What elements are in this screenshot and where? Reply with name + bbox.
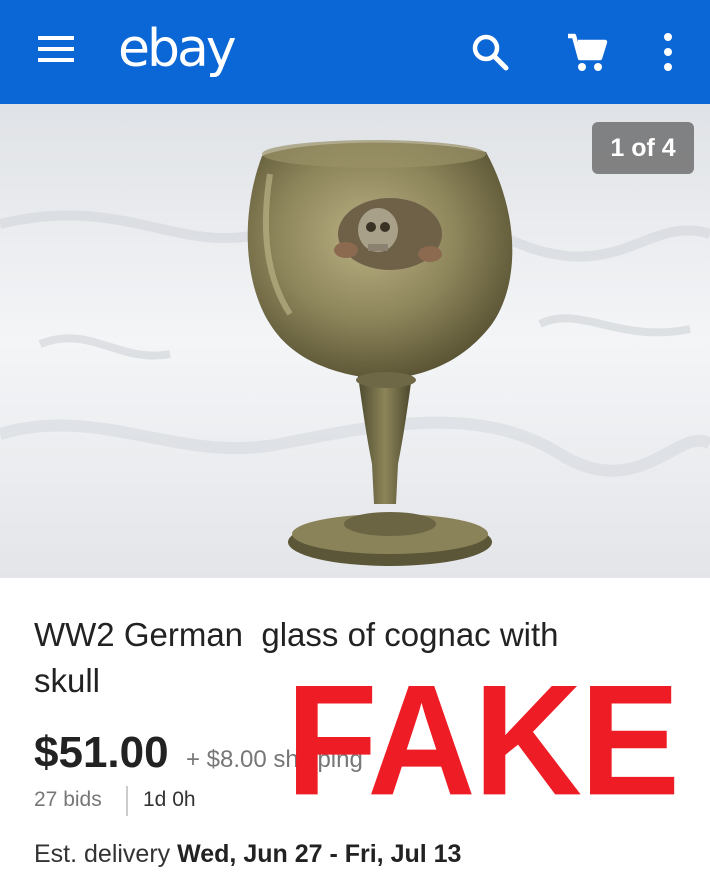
menu-icon[interactable]: [38, 36, 74, 66]
time-left: 1d 0h: [143, 788, 196, 811]
search-icon[interactable]: [466, 28, 514, 76]
bid-count[interactable]: 27 bids: [34, 788, 102, 812]
delivery-prefix: Est. delivery: [34, 840, 178, 868]
image-counter: 1 of 4: [592, 122, 694, 174]
image-gallery[interactable]: 1 of 4: [0, 104, 710, 578]
app-bar: ebay: [0, 0, 710, 104]
fake-stamp-overlay: FAKE: [264, 640, 680, 840]
delivery-dates: Wed, Jun 27 - Fri, Jul 13: [177, 840, 462, 868]
goblet-photo: [0, 104, 710, 578]
estimated-delivery: Est. delivery Wed, Jun 27 - Fri, Jul 13: [34, 840, 461, 869]
divider: [126, 786, 128, 816]
cart-icon[interactable]: [562, 28, 610, 76]
more-vert-icon[interactable]: [644, 28, 692, 76]
ebay-logo[interactable]: ebay: [118, 14, 237, 84]
fake-stamp: FAKE: [286, 651, 680, 828]
listing-title-line2: skull: [34, 662, 101, 699]
price: $51.00: [34, 728, 169, 777]
